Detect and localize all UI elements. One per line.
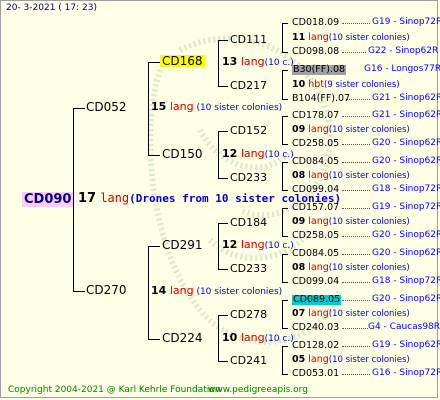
gen4-queen-id[interactable]: CD258.05 <box>292 139 339 149</box>
gen4-generation: G21 - Sinop62R <box>372 93 440 103</box>
parent-id[interactable]: CD052 <box>86 101 127 113</box>
gen4-generation: G21 - Sinop62R <box>372 110 440 120</box>
great-grandparent-id[interactable]: CD233 <box>230 263 267 274</box>
grandparent-id[interactable]: CD150 <box>162 148 203 160</box>
grandparent-id[interactable]: CD168 <box>160 55 205 67</box>
great-grandparent-id[interactable]: CD184 <box>230 217 267 228</box>
great-grandparent-id[interactable]: CD278 <box>230 309 267 320</box>
gen4-queen-id[interactable]: B104(FF).07 <box>292 94 350 104</box>
root-drone-count: 17 <box>78 191 97 206</box>
gen4-queen-id[interactable]: CD018.09 <box>292 18 339 28</box>
gen4-queen-id[interactable]: CD098.08 <box>292 47 339 57</box>
gen4-queen-id[interactable]: CD258.05 <box>292 231 339 241</box>
gen4-generation: G19 - Sinop72R <box>372 202 440 212</box>
gen4-queen-id[interactable]: CD157.07 <box>292 203 339 213</box>
root-drone-line: lang <box>100 191 130 205</box>
gen4-generation: G19 - Sinop72R <box>372 17 440 27</box>
gen4-drone-info: 05 lang(10 sister colonies) <box>292 354 410 365</box>
gen4-generation: G20 - Sinop62R <box>372 156 440 166</box>
gen4-queen-id[interactable]: CD084.05 <box>292 157 339 167</box>
gen4-queen-id[interactable]: B30(FF).08 <box>292 65 347 75</box>
gen4-queen-id[interactable]: CD089.05 <box>292 295 342 305</box>
parent-drone-info: 15 lang (10 sister colonies) <box>151 100 283 113</box>
gen4-queen-id[interactable]: CD053.01 <box>292 369 339 379</box>
gen4-drone-info: 10 hbt(9 sister colonies) <box>292 79 400 90</box>
gen4-generation: G22 - Sinop62R <box>368 46 439 56</box>
print-date: 20- 3-2021 ( 17: 23) <box>6 3 97 13</box>
gen4-generation: G20 - Sinop62R <box>372 138 440 148</box>
gen4-drone-info: 08 lang(10 sister colonies) <box>292 262 410 273</box>
great-grandparent-id[interactable]: CD241 <box>230 355 267 366</box>
gen4-queen-id[interactable]: CD099.04 <box>292 277 339 287</box>
grandparent-id[interactable]: CD291 <box>162 239 203 251</box>
gen4-generation: G20 - Sinop62R <box>372 294 440 304</box>
great-grandparent-id[interactable]: CD217 <box>230 80 267 91</box>
gen4-generation: G16 - Longos77R <box>364 64 440 74</box>
gen4-generation: G18 - Sinop72R <box>372 276 440 286</box>
great-grandparent-id[interactable]: CD152 <box>230 125 267 136</box>
great-grandparent-id[interactable]: CD233 <box>230 172 267 183</box>
gen4-drone-info: 11 lang(10 sister colonies) <box>292 32 410 43</box>
gen4-queen-id[interactable]: CD128.02 <box>292 341 339 351</box>
gen4-queen-id[interactable]: CD178.07 <box>292 111 339 121</box>
gen4-queen-id[interactable]: CD084.05 <box>292 249 339 259</box>
site-link[interactable]: www.pedigreeapis.org <box>208 386 308 395</box>
grandparent-drone-info: 12 lang(10 c.) <box>222 238 294 251</box>
root-queen-id[interactable]: CD090 <box>22 192 74 207</box>
gen4-generation: G20 - Sinop62R <box>372 230 440 240</box>
gen4-generation: G20 - Sinop62R <box>372 248 440 258</box>
gen4-generation: G18 - Sinop72R <box>372 184 440 194</box>
grandparent-drone-info: 10 lang(10 c.) <box>222 331 294 344</box>
gen4-drone-info: 08 lang(10 sister colonies) <box>292 170 410 181</box>
gen4-generation: G4 - Caucas98R <box>368 322 440 332</box>
great-grandparent-id[interactable]: CD111 <box>230 34 267 45</box>
gen4-generation: G16 - Sinop72R <box>372 368 440 378</box>
grandparent-id[interactable]: CD224 <box>162 332 203 344</box>
gen4-drone-info: 09 lang(10 sister colonies) <box>292 124 410 135</box>
gen4-queen-id[interactable]: CD240.03 <box>292 323 339 333</box>
parent-drone-info: 14 lang (10 sister colonies) <box>151 284 283 297</box>
parent-id[interactable]: CD270 <box>86 284 127 296</box>
gen4-drone-info: 07 lang(10 sister colonies) <box>292 308 410 319</box>
gen4-drone-info: 09 lang(10 sister colonies) <box>292 216 410 227</box>
gen4-queen-id[interactable]: CD099.04 <box>292 185 339 195</box>
grandparent-drone-info: 12 lang(10 c.) <box>222 147 294 160</box>
gen4-generation: G19 - Sinop62R <box>372 340 440 350</box>
copyright-text: Copyright 2004-2021 @ Karl Kehrle Founda… <box>8 385 221 395</box>
grandparent-drone-info: 13 lang(10 c.) <box>222 55 294 68</box>
